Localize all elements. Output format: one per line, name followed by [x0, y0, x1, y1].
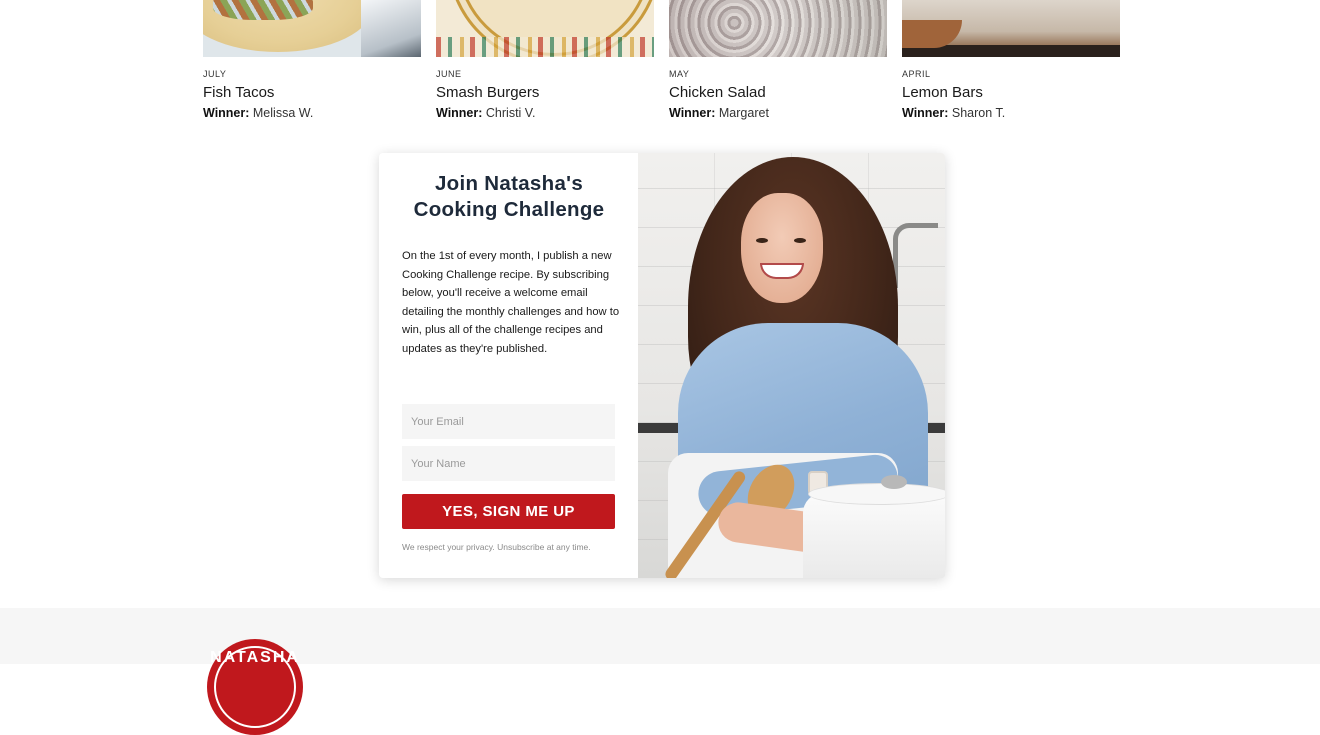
recipe-title[interactable]: Smash Burgers	[436, 84, 539, 101]
recipe-card[interactable]: July Fish Tacos Winner: Melissa W.	[203, 0, 421, 120]
smash-burgers-image[interactable]	[436, 0, 654, 57]
footer: NATASHA	[0, 608, 1320, 735]
fish-tacos-image[interactable]	[203, 0, 421, 57]
recipe-title[interactable]: Fish Tacos	[203, 84, 274, 101]
winner-label: Winner:	[669, 106, 716, 120]
winner-name: Christi V.	[482, 106, 536, 120]
natasha-photo	[638, 153, 945, 578]
email-field[interactable]	[402, 404, 615, 439]
name-field[interactable]	[402, 446, 615, 481]
logo-text: NATASHA	[210, 649, 300, 666]
lemon-bars-image[interactable]	[902, 0, 1120, 57]
natasha-logo[interactable]: NATASHA	[207, 639, 303, 735]
winner-label: Winner:	[902, 106, 949, 120]
recipe-card[interactable]: June Smash Burgers Winner: Christi V.	[436, 0, 654, 120]
recipe-title[interactable]: Lemon Bars	[902, 84, 983, 101]
recipe-card[interactable]: April Lemon Bars Winner: Sharon T.	[902, 0, 1120, 120]
winner-name: Melissa W.	[249, 106, 314, 120]
cooking-challenge-signup: Join Natasha's Cooking Challenge On the …	[379, 153, 945, 578]
recipe-winner: Winner: Melissa W.	[203, 106, 313, 120]
recipe-title[interactable]: Chicken Salad	[669, 84, 766, 101]
winner-label: Winner:	[436, 106, 483, 120]
signup-heading: Join Natasha's Cooking Challenge	[413, 172, 605, 221]
recipe-card[interactable]: May Chicken Salad Winner: Margaret	[669, 0, 887, 120]
chicken-salad-image[interactable]	[669, 0, 887, 57]
winner-name: Sharon T.	[948, 106, 1006, 120]
sign-up-button[interactable]: YES, SIGN ME UP	[402, 494, 615, 529]
recipe-month: May	[669, 69, 690, 79]
recipe-winner: Winner: Christi V.	[436, 106, 535, 120]
winner-label: Winner:	[203, 106, 250, 120]
signup-description: On the 1st of every month, I publish a n…	[402, 250, 620, 355]
recipe-month: April	[902, 69, 931, 79]
recipe-month: July	[203, 69, 227, 79]
signup-form: Join Natasha's Cooking Challenge On the …	[379, 153, 638, 578]
winner-name: Margaret	[715, 106, 769, 120]
privacy-note: We respect your privacy. Unsubscribe at …	[402, 542, 591, 552]
recipe-winner: Winner: Margaret	[669, 106, 769, 120]
recipe-winner: Winner: Sharon T.	[902, 106, 1005, 120]
recipe-month: June	[436, 69, 462, 79]
